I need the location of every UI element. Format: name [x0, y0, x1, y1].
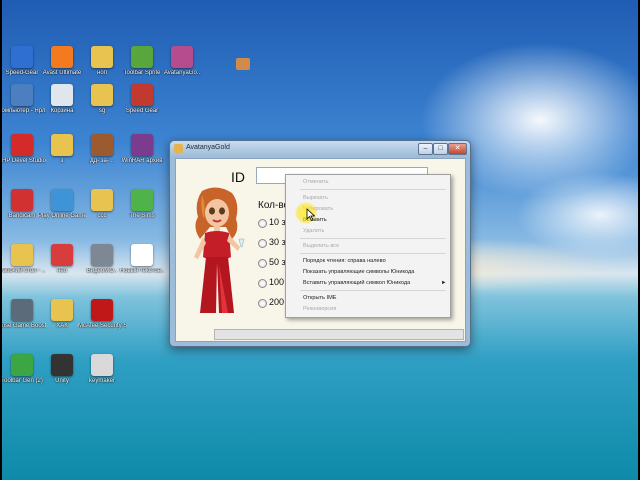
- icon-graphic: [131, 189, 153, 211]
- new-text-document-icon[interactable]: Новый текстов..: [118, 244, 166, 294]
- letterbox-left: [0, 0, 2, 480]
- keymaker-icon[interactable]: keymaker: [78, 354, 126, 404]
- desktop-icon-label: WinRAR архив: [121, 158, 163, 164]
- menu-item-cut[interactable]: Вырезать: [303, 195, 328, 202]
- winrar-archive-icon[interactable]: WinRAR архив: [118, 134, 166, 184]
- maximize-button[interactable]: □: [433, 143, 448, 155]
- desktop-icon-label: Новый текстов..: [119, 268, 165, 274]
- icon-graphic: [11, 134, 33, 156]
- icon-graphic: [91, 244, 113, 266]
- id-label: ID: [231, 169, 245, 185]
- icon-graphic: [11, 84, 33, 106]
- radio-button[interactable]: [258, 219, 267, 228]
- partial-image-icon[interactable]: [236, 58, 250, 70]
- close-button[interactable]: ✕: [448, 143, 467, 155]
- icon-graphic: [51, 354, 73, 376]
- icon-graphic: [11, 299, 33, 321]
- icon-graphic: [131, 84, 153, 106]
- app-icon: [174, 144, 183, 153]
- radio-button[interactable]: [258, 259, 267, 268]
- mcafee-icon[interactable]: McAfee Security Sc..: [78, 299, 126, 349]
- radio-button[interactable]: [258, 279, 267, 288]
- icon-graphic: [11, 354, 33, 376]
- icon-graphic: [51, 299, 73, 321]
- icon-graphic: [131, 46, 153, 68]
- icon-graphic: [51, 134, 73, 156]
- menu-item-open-ime[interactable]: Открыть IME: [303, 295, 336, 302]
- radio-button[interactable]: [258, 239, 267, 248]
- icon-graphic: [91, 134, 113, 156]
- menu-item-reconversion[interactable]: Реконверсия: [303, 306, 336, 313]
- icon-graphic: [131, 134, 153, 156]
- the-sims-icon[interactable]: The Sims: [118, 189, 166, 239]
- icon-graphic: [11, 46, 33, 68]
- menu-item-select-all[interactable]: Выделить все: [303, 243, 339, 250]
- icon-graphic: [11, 189, 33, 211]
- title-bar[interactable]: AvatanyaGold – □ ✕: [170, 141, 470, 157]
- window-title: AvatanyaGold: [186, 144, 230, 151]
- icon-graphic: [91, 354, 113, 376]
- minimize-button[interactable]: –: [418, 143, 433, 155]
- mouse-pointer-icon: [306, 208, 315, 221]
- icon-graphic: [51, 84, 73, 106]
- icon-graphic: [91, 84, 113, 106]
- menu-item-show-unicode[interactable]: Показать управляющие символы Юникода: [303, 269, 414, 276]
- icon-graphic: [11, 244, 33, 266]
- desktop-icon-label: Speed Gear: [125, 108, 159, 114]
- icon-graphic: [91, 46, 113, 68]
- icon-graphic: [91, 189, 113, 211]
- desktop-icon-label: AvatanyaGo..: [163, 70, 201, 76]
- progress-bar: [214, 329, 464, 340]
- menu-item-undo[interactable]: Отменить: [303, 179, 329, 186]
- menu-separator: [300, 238, 446, 239]
- icon-graphic: [171, 46, 193, 68]
- avatar-girl-illustration: [194, 187, 245, 313]
- desktop-icon-label: McAfee Security Sc..: [78, 323, 126, 329]
- desktop-icon-label: keymaker: [88, 378, 115, 384]
- desktop-icon-label: The Sims: [129, 213, 155, 219]
- icon-graphic: [91, 299, 113, 321]
- icon-graphic: [51, 46, 73, 68]
- submenu-arrow-icon: ►: [441, 280, 447, 286]
- menu-separator: [300, 290, 446, 291]
- menu-item-insert-unicode[interactable]: Вставить управляющий символ Юникода: [303, 280, 410, 287]
- menu-separator: [300, 253, 446, 254]
- desktop[interactable]: Speed-Gear Avast Ultimate ноп Toolbar Sprit…: [0, 0, 640, 480]
- menu-separator: [300, 189, 446, 190]
- icon-graphic: [51, 244, 73, 266]
- icon-graphic: [51, 189, 73, 211]
- context-menu[interactable]: Отменить Вырезать Копировать Вставить Уд…: [285, 174, 451, 318]
- icon-graphic: [131, 244, 153, 266]
- radio-button[interactable]: [258, 299, 267, 308]
- speed-gear-icon[interactable]: Speed Gear: [118, 84, 166, 134]
- menu-item-rtl-reading[interactable]: Порядок чтения: справа налево: [303, 258, 386, 265]
- menu-item-delete[interactable]: Удалить: [303, 228, 324, 235]
